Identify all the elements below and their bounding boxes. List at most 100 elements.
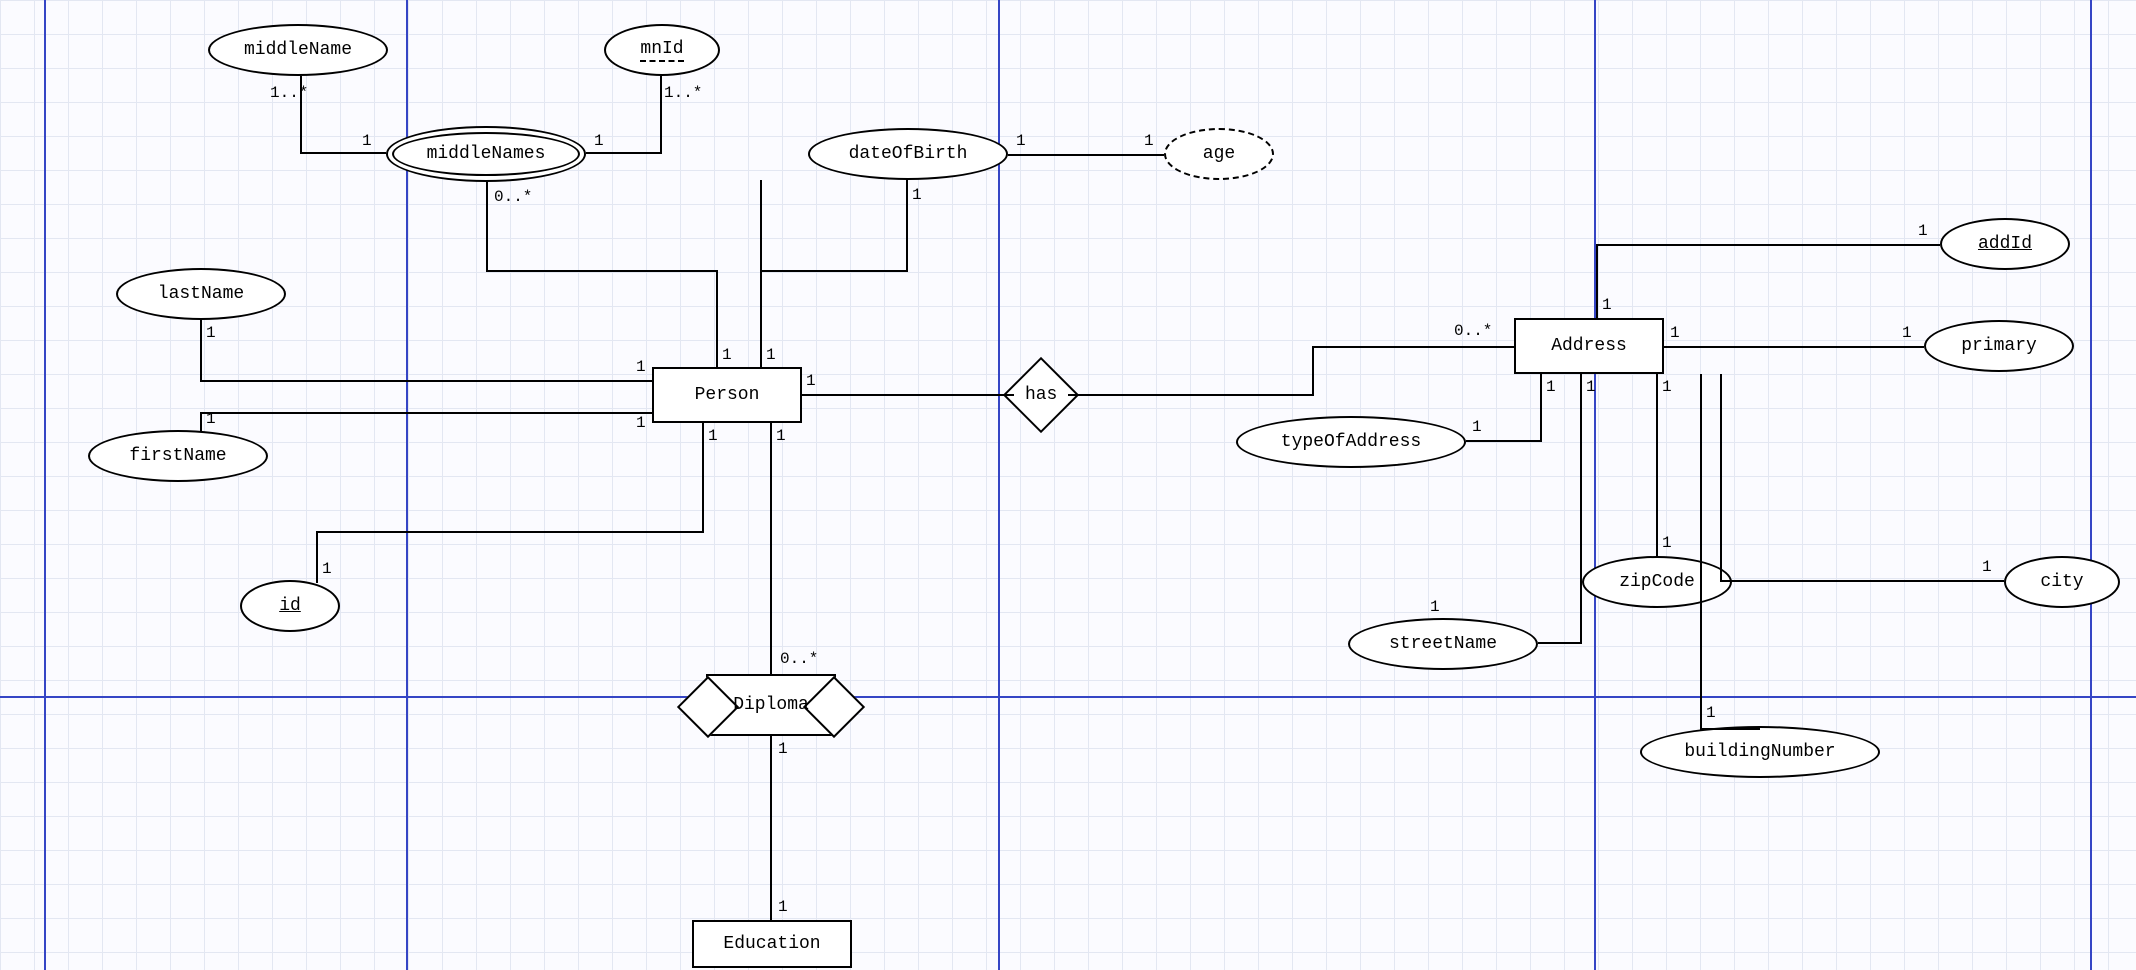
cardinality: 1 (1586, 378, 1596, 396)
connector (1596, 244, 1598, 318)
attribute-label: lastName (158, 284, 244, 304)
connector (300, 152, 386, 154)
connector (802, 394, 1014, 396)
cardinality: 1 (1670, 324, 1680, 342)
diagram-canvas[interactable]: Person middleNames middleName mnId dateO… (0, 0, 2136, 970)
cardinality: 1 (708, 427, 718, 445)
connector (316, 531, 318, 583)
connector (1664, 346, 1924, 348)
attribute-id[interactable]: id (240, 580, 340, 632)
attribute-zipCode[interactable]: zipCode (1582, 556, 1732, 608)
cardinality: 0..* (494, 188, 532, 206)
attribute-label: middleName (244, 40, 352, 60)
cardinality: 1 (912, 186, 922, 204)
connector (200, 380, 652, 382)
connector (200, 412, 652, 414)
connector (1656, 374, 1658, 556)
attribute-label: dateOfBirth (849, 144, 968, 164)
attribute-label: firstName (129, 446, 226, 466)
attribute-buildingNumber[interactable]: buildingNumber (1640, 726, 1880, 778)
cardinality: 1..* (664, 84, 702, 102)
cardinality: 1 (1982, 558, 1992, 576)
attribute-middleName[interactable]: middleName (208, 24, 388, 76)
attribute-label: mnId (640, 39, 683, 62)
attribute-city[interactable]: city (2004, 556, 2120, 608)
connector (200, 320, 202, 382)
cardinality: 1 (1662, 378, 1672, 396)
cardinality: 1 (206, 410, 216, 428)
entity-address[interactable]: Address (1514, 318, 1664, 374)
connector (1068, 394, 1314, 396)
cardinality: 1 (766, 346, 776, 364)
attribute-label: typeOfAddress (1281, 432, 1421, 452)
connector (1700, 374, 1702, 730)
cardinality: 1 (776, 427, 786, 445)
attribute-lastName[interactable]: lastName (116, 268, 286, 320)
cardinality: 1 (362, 132, 372, 150)
cardinality: 1 (636, 414, 646, 432)
cardinality: 1 (1918, 222, 1928, 240)
cardinality: 0..* (1454, 322, 1492, 340)
attribute-addId[interactable]: addId (1940, 218, 2070, 270)
cardinality: 0..* (780, 650, 818, 668)
attribute-label: age (1203, 144, 1235, 164)
cardinality: 1 (594, 132, 604, 150)
connector (1466, 440, 1542, 442)
entity-label: Education (723, 934, 820, 954)
cardinality: 1 (636, 358, 646, 376)
connector (1312, 346, 1514, 348)
cardinality: 1 (1472, 418, 1482, 436)
attribute-firstName[interactable]: firstName (88, 430, 268, 482)
associative-entity-diploma[interactable]: Diploma (706, 674, 836, 736)
attribute-typeOfAddress[interactable]: typeOfAddress (1236, 416, 1466, 468)
connector (716, 270, 718, 367)
connector (1540, 374, 1542, 442)
attribute-dateOfBirth[interactable]: dateOfBirth (808, 128, 1008, 180)
cardinality: 1 (1016, 132, 1026, 150)
attribute-primary[interactable]: primary (1924, 320, 2074, 372)
attribute-age[interactable]: age (1164, 128, 1274, 180)
attribute-label: id (279, 596, 301, 616)
cardinality: 1 (1902, 324, 1912, 342)
connector (760, 180, 762, 367)
connector (486, 270, 718, 272)
connector (1720, 580, 2004, 582)
connector (1720, 374, 1722, 582)
connector (316, 531, 704, 533)
cardinality: 1 (778, 740, 788, 758)
cardinality: 1 (1546, 378, 1556, 396)
cardinality: 1 (1706, 704, 1716, 722)
entity-education[interactable]: Education (692, 920, 852, 968)
connector (586, 152, 662, 154)
attribute-label: zipCode (1619, 572, 1695, 592)
connector (1580, 374, 1582, 644)
attribute-label: addId (1978, 234, 2032, 254)
connector (770, 736, 772, 920)
connector (486, 182, 488, 272)
attribute-middleNames[interactable]: middleNames (386, 126, 586, 182)
connector (660, 76, 662, 154)
connector (1312, 346, 1314, 396)
attribute-streetName[interactable]: streetName (1348, 618, 1538, 670)
cardinality: 1..* (270, 84, 308, 102)
connector (770, 423, 772, 674)
attribute-label: buildingNumber (1684, 742, 1835, 762)
cardinality: 1 (1144, 132, 1154, 150)
entity-label: Person (695, 385, 760, 405)
attribute-mnId[interactable]: mnId (604, 24, 720, 76)
cardinality: 1 (206, 324, 216, 342)
cardinality: 1 (1662, 534, 1672, 552)
attribute-label: streetName (1389, 634, 1497, 654)
connector (1596, 244, 1940, 246)
entity-person[interactable]: Person (652, 367, 802, 423)
associative-entity-label: Diploma (733, 695, 809, 715)
connector (1538, 642, 1582, 644)
cardinality: 1 (1602, 296, 1612, 314)
cardinality: 1 (322, 560, 332, 578)
connector (200, 412, 202, 432)
relationship-label: has (1025, 385, 1057, 405)
attribute-label: city (2040, 572, 2083, 592)
cardinality: 1 (722, 346, 732, 364)
connector (1700, 728, 1760, 730)
cardinality: 1 (778, 898, 788, 916)
